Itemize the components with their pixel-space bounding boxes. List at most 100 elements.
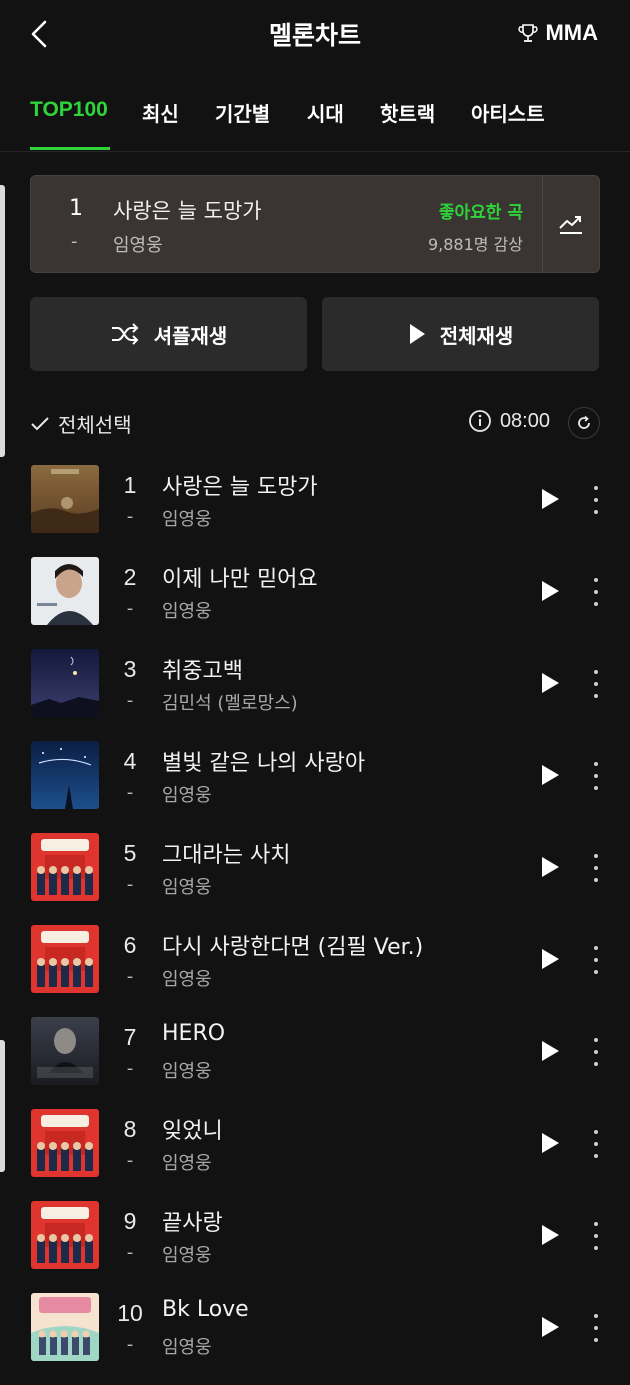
play-icon[interactable] [536,946,562,972]
play-icon [409,324,425,344]
album-art-image [31,465,99,533]
tab-artist[interactable]: 아티스트 [471,98,545,127]
top-song-card[interactable]: 1 - 사랑은 늘 도망가 임영웅 좋아요한 곡 9,881명 감상 [30,175,600,273]
song-title[interactable]: 취중고백 [162,653,243,685]
top-song-rank: 1 [69,196,83,221]
album-cover[interactable] [31,557,99,625]
song-title[interactable]: 끝사랑 [162,1205,223,1237]
song-rank: 1 [123,472,137,498]
more-options-icon[interactable] [586,944,606,976]
more-options-icon[interactable] [586,1128,606,1160]
song-rank: 5 [123,840,137,866]
info-icon [469,410,491,432]
song-title[interactable]: 별빛 같은 나의 사랑아 [162,745,365,777]
shuffle-play-button[interactable]: 셔플재생 [30,297,307,371]
edge-panel-handle[interactable] [0,185,5,457]
song-rank: 2 [123,564,137,590]
album-cover[interactable] [31,1201,99,1269]
play-icon[interactable] [536,670,562,696]
song-title[interactable]: 사랑은 늘 도망가 [162,469,318,501]
album-cover[interactable] [31,1109,99,1177]
mma-button[interactable]: MMA [517,20,598,46]
album-art-image [31,741,99,809]
more-options-icon[interactable] [586,1312,606,1344]
refresh-icon [578,415,590,429]
song-row[interactable]: 7 - HERO 임영웅 [0,1010,630,1102]
tab-latest[interactable]: 최신 [142,98,179,127]
select-all-button[interactable]: 전체선택 [30,409,132,438]
song-artist[interactable]: 임영웅 [162,873,212,899]
play-all-button[interactable]: 전체재생 [322,297,599,371]
play-icon[interactable] [536,854,562,880]
play-icon[interactable] [536,1038,562,1064]
top-song-artist: 임영웅 [113,235,163,256]
top-song-rank-change: - [71,231,78,252]
more-options-icon[interactable] [586,760,606,792]
more-options-icon[interactable] [586,852,606,884]
chart-list: 1 - 사랑은 늘 도망가 임영웅 2 - 이제 나만 믿어요 임영웅 3 - … [0,458,630,1378]
song-row[interactable]: 2 - 이제 나만 믿어요 임영웅 [0,550,630,642]
app-header: 멜론차트 MMA [0,0,630,70]
song-row[interactable]: 8 - 잊었니 임영웅 [0,1102,630,1194]
song-title[interactable]: HERO [162,1021,225,1046]
rank-change: - [126,782,134,803]
refresh-button[interactable] [568,407,600,439]
trend-chart-icon [559,216,582,234]
play-icon[interactable] [536,762,562,788]
album-art-image [31,1017,99,1085]
edge-panel-handle[interactable] [0,1040,5,1172]
more-options-icon[interactable] [586,1220,606,1252]
album-cover[interactable] [31,833,99,901]
play-icon[interactable] [536,1314,562,1340]
song-row[interactable]: 1 - 사랑은 늘 도망가 임영웅 [0,458,630,550]
trend-button[interactable] [557,212,585,236]
album-cover[interactable] [31,741,99,809]
song-artist[interactable]: 김민석 (멜로망스) [162,689,298,715]
song-artist[interactable]: 임영웅 [162,1333,212,1359]
album-cover[interactable] [31,465,99,533]
chart-tabs: TOP100 최신 기간별 시대 핫트랙 아티스트 [0,90,630,152]
rank-change: - [126,966,134,987]
more-options-icon[interactable] [586,576,606,608]
song-row[interactable]: 5 - 그대라는 사치 임영웅 [0,826,630,918]
album-art-image [31,1293,99,1361]
song-title[interactable]: 그대라는 사치 [162,837,290,869]
song-artist[interactable]: 임영웅 [162,781,212,807]
more-options-icon[interactable] [586,668,606,700]
album-cover[interactable] [31,925,99,993]
rank-change: - [126,1150,134,1171]
tab-era[interactable]: 시대 [307,98,344,127]
song-artist[interactable]: 임영웅 [162,597,212,623]
song-title[interactable]: 다시 사랑한다면 (김필 Ver.) [162,929,423,961]
song-row[interactable]: 4 - 별빛 같은 나의 사랑아 임영웅 [0,734,630,826]
play-icon[interactable] [536,1130,562,1156]
song-rank: 8 [123,1116,137,1142]
song-artist[interactable]: 임영웅 [162,505,212,531]
play-icon[interactable] [536,1222,562,1248]
song-row[interactable]: 3 - 취중고백 김민석 (멜로망스) [0,642,630,734]
album-cover[interactable] [31,649,99,717]
song-artist[interactable]: 임영웅 [162,1149,212,1175]
song-row[interactable]: 9 - 끝사랑 임영웅 [0,1194,630,1286]
more-options-icon[interactable] [586,1036,606,1068]
play-icon[interactable] [536,486,562,512]
more-options-icon[interactable] [586,484,606,516]
play-icon[interactable] [536,578,562,604]
song-title[interactable]: 잊었니 [162,1113,223,1145]
tab-hot-track[interactable]: 핫트랙 [380,98,435,127]
song-title[interactable]: 이제 나만 믿어요 [162,561,318,593]
album-cover[interactable] [31,1017,99,1085]
album-art-image [31,833,99,901]
tab-period[interactable]: 기간별 [215,98,270,127]
song-artist[interactable]: 임영웅 [162,1057,212,1083]
song-artist[interactable]: 임영웅 [162,1241,212,1267]
chart-time[interactable]: 08:00 [468,409,550,433]
select-all-label: 전체선택 [58,413,132,437]
song-row[interactable]: 10 - Bk Love 임영웅 [0,1286,630,1378]
liked-song-label: 좋아요한 곡 [438,203,523,223]
song-title[interactable]: Bk Love [162,1297,249,1322]
album-cover[interactable] [31,1293,99,1361]
song-artist[interactable]: 임영웅 [162,965,212,991]
tab-top100[interactable]: TOP100 [30,98,108,122]
song-row[interactable]: 6 - 다시 사랑한다면 (김필 Ver.) 임영웅 [0,918,630,1010]
